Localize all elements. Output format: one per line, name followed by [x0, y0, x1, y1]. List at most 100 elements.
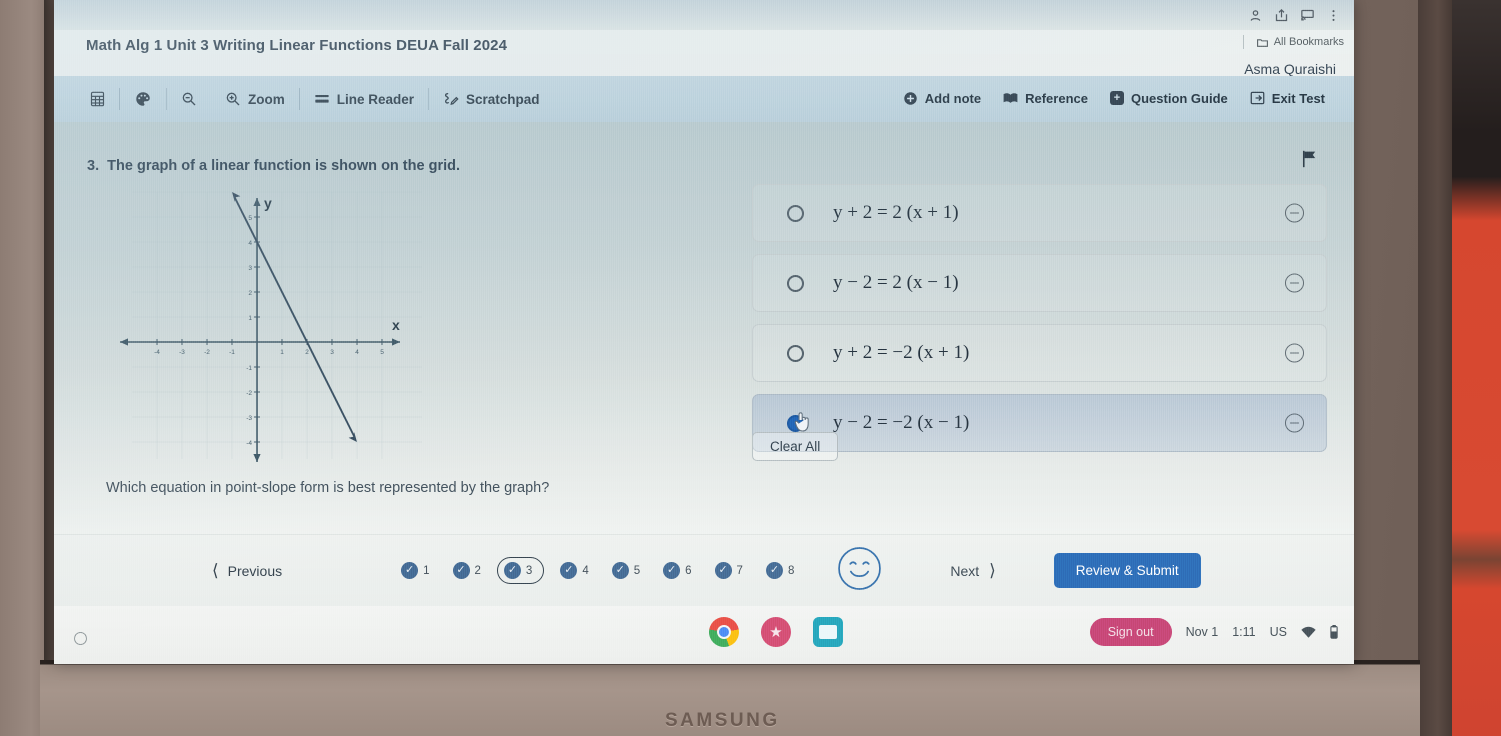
question-dot-label: 5 [633, 564, 641, 577]
svg-text:-1: -1 [246, 365, 252, 372]
scratchpad-label: Scratchpad [466, 91, 540, 107]
option-d-equation: y − 2 = −2 (x − 1) [833, 412, 970, 433]
question-dot-2[interactable]: ✓ 2 [446, 557, 488, 584]
svg-text:-2: -2 [246, 390, 252, 397]
red-app-icon[interactable]: ★ [761, 617, 791, 647]
teal-app-icon[interactable] [813, 617, 843, 647]
next-button[interactable]: Next ⟩ [950, 561, 995, 581]
clear-all-button[interactable]: Clear All [752, 432, 839, 461]
y-axis-label: y [264, 195, 272, 211]
option-b-equation: y − 2 = 2 (x − 1) [833, 272, 959, 293]
guide-icon: + [1109, 91, 1124, 105]
toolbar-separator [166, 88, 167, 110]
question-stem-text: The graph of a linear function is shown … [107, 158, 460, 174]
book-icon [1003, 92, 1018, 103]
shelf-time[interactable]: 1:11 [1232, 625, 1255, 639]
answer-options: y + 2 = 2 (x + 1) y − 2 = 2 (x − 1) y + … [752, 184, 1327, 464]
zoom-in-button[interactable]: Zoom [211, 76, 299, 122]
os-shelf: ★ Sign out Nov 1 1:11 US [54, 606, 1354, 664]
toolbar-separator [119, 88, 120, 110]
answer-option-b[interactable]: y − 2 = 2 (x − 1) [752, 254, 1327, 312]
line-reader-button[interactable]: Line Reader [300, 76, 428, 122]
launcher-circle-icon[interactable] [74, 632, 87, 645]
chevron-left-icon: ⟨ [212, 560, 219, 580]
eliminate-option-c-button[interactable] [1285, 343, 1304, 363]
svg-text:3: 3 [330, 349, 334, 356]
next-label: Next [950, 562, 980, 579]
add-note-button[interactable]: Add note [892, 91, 992, 106]
question-number: 3. [87, 158, 100, 174]
sign-out-button[interactable]: Sign out [1089, 618, 1172, 646]
svg-text:1: 1 [280, 349, 284, 356]
samsung-brand-logo: SAMSUNG [665, 710, 780, 731]
palette-button[interactable] [120, 76, 166, 122]
svg-text:-3: -3 [246, 415, 252, 422]
flag-question-button[interactable] [1301, 150, 1318, 173]
check-icon: ✓ [714, 562, 732, 579]
background-object-red [1452, 0, 1501, 736]
question-dot-label: 3 [525, 564, 533, 577]
calculator-icon [90, 91, 105, 107]
zoom-out-button[interactable] [167, 76, 211, 122]
scratchpad-button[interactable]: Scratchpad [429, 76, 554, 122]
battery-icon[interactable] [1330, 625, 1338, 639]
question-content: 3. The graph of a linear function is sho… [54, 122, 1354, 534]
question-guide-label: Question Guide [1130, 90, 1228, 106]
exit-icon [1250, 91, 1265, 105]
shelf-date[interactable]: Nov 1 [1186, 625, 1219, 639]
x-axis-arrow [392, 338, 400, 346]
svg-text:3: 3 [248, 265, 252, 272]
svg-text:4: 4 [248, 240, 252, 247]
question-dot-1[interactable]: ✓ 1 [394, 557, 436, 584]
answer-option-c[interactable]: y + 2 = −2 (x + 1) [752, 324, 1327, 382]
shelf-status-area: Sign out Nov 1 1:11 US [1089, 618, 1338, 646]
shelf-app-icons: ★ [709, 617, 843, 647]
calculator-button[interactable] [76, 76, 119, 122]
chrome-icon[interactable] [709, 617, 739, 647]
review-submit-button[interactable]: Review & Submit [1053, 553, 1201, 588]
radio-button-b[interactable] [787, 274, 804, 292]
zoom-label: Zoom [248, 91, 285, 107]
question-navigation-bar: ⟨ Previous ✓ 1 ✓ 2 ✓ 3 ✓ 4 ✓ 5 ✓ 6 ✓ 7 ✓… [54, 534, 1354, 606]
graph-svg: -4 -3 -2 -1 1 2 3 4 5 5 4 3 2 1 -1 -2 -3 -4 x y [120, 191, 422, 462]
reference-label: Reference [1025, 90, 1088, 106]
eliminate-option-d-button[interactable] [1285, 413, 1304, 433]
line-reader-icon [315, 95, 329, 103]
x-axis-label: x [392, 317, 400, 333]
svg-text:2: 2 [248, 290, 252, 297]
eliminate-option-a-button[interactable] [1285, 203, 1304, 223]
question-dot-label: 6 [685, 564, 692, 577]
question-dot-5[interactable]: ✓ 5 [605, 557, 647, 584]
add-note-label: Add note [924, 90, 982, 106]
question-dot-label: 1 [423, 564, 430, 577]
y-tick-labels: 5 4 3 2 1 -1 -2 -3 -4 [246, 215, 252, 447]
wifi-icon[interactable] [1301, 626, 1316, 639]
answer-option-d[interactable]: y − 2 = −2 (x − 1) [752, 394, 1327, 452]
svg-text:-3: -3 [179, 349, 185, 356]
laptop-screen: All Bookmarks Math Alg 1 Unit 3 Writing … [54, 0, 1354, 664]
radio-button-c[interactable] [787, 344, 804, 362]
answer-option-a[interactable]: y + 2 = 2 (x + 1) [752, 184, 1327, 242]
svg-text:5: 5 [380, 349, 384, 356]
question-dot-label: 7 [736, 564, 743, 577]
check-icon: ✓ [560, 562, 578, 579]
reference-button[interactable]: Reference [992, 91, 1099, 106]
question-dot-4[interactable]: ✓ 4 [553, 557, 595, 584]
eliminate-option-b-button[interactable] [1285, 273, 1304, 293]
check-icon: ✓ [663, 562, 681, 579]
shelf-locale[interactable]: US [1270, 625, 1287, 639]
question-dots: ✓ 1 ✓ 2 ✓ 3 ✓ 4 ✓ 5 ✓ 6 ✓ 7 ✓ 8 [394, 557, 801, 584]
zoom-in-icon [226, 92, 240, 106]
question-dot-8[interactable]: ✓ 8 [759, 557, 801, 584]
line-reader-label: Line Reader [336, 91, 415, 107]
previous-button[interactable]: ⟨ Previous [212, 561, 282, 581]
feedback-smiley-button[interactable] [837, 546, 882, 596]
radio-button-a[interactable] [787, 204, 804, 222]
svg-text:-1: -1 [229, 349, 235, 356]
exit-test-button[interactable]: Exit Test [1239, 91, 1336, 106]
question-dot-3[interactable]: ✓ 3 [496, 557, 545, 584]
radio-button-d[interactable] [787, 414, 804, 432]
question-dot-6[interactable]: ✓ 6 [656, 557, 698, 584]
question-guide-button[interactable]: + Question Guide [1099, 91, 1239, 106]
question-dot-7[interactable]: ✓ 7 [708, 557, 750, 584]
